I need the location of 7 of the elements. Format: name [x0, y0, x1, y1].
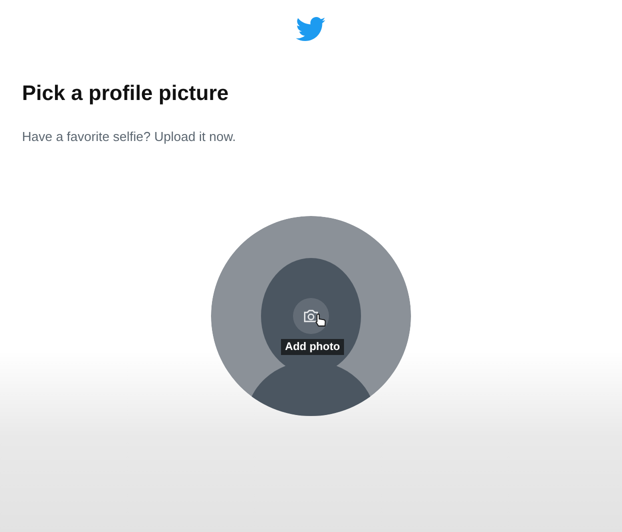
bird-logo-icon: [296, 17, 326, 42]
page-title: Pick a profile picture: [22, 82, 230, 106]
add-photo-tooltip: Add photo: [281, 339, 344, 355]
pointer-cursor-icon: [315, 313, 327, 327]
camera-icon: [302, 307, 320, 325]
add-photo-button[interactable]: [293, 298, 329, 334]
page-subtitle: Have a favorite selfie? Upload it now.: [22, 129, 237, 144]
